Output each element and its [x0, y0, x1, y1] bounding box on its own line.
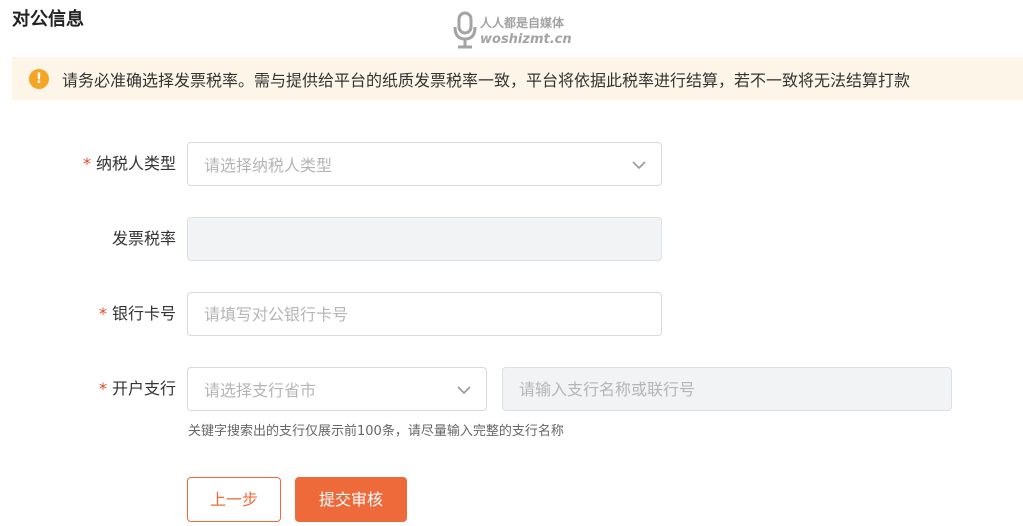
branch-province-placeholder: 请选择支行省市 [204, 381, 317, 400]
alert-message: 请务必准确选择发票税率。需与提供给平台的纸质发票税率一致，平台将依据此税率进行结… [62, 70, 911, 90]
branch-province-select[interactable]: 请选择支行省市 [187, 367, 487, 411]
taxpayer-type-label: * 纳税人类型 [82, 154, 176, 173]
section-title: 对公信息 [12, 9, 84, 30]
required-mark: * [98, 379, 107, 398]
bank-card-label: * 银行卡号 [98, 304, 176, 323]
microphone-logo-icon [453, 11, 477, 49]
required-mark: * [82, 154, 91, 173]
watermark-url: woshizmt.cn [480, 32, 572, 47]
watermark-text: 人人都是自媒体 [480, 16, 565, 30]
warning-alert: ! 请务必准确选择发票税率。需与提供给平台的纸质发票税率一致，平台将依据此税率进… [12, 57, 1023, 100]
bank-card-field[interactable] [187, 292, 662, 336]
chevron-down-icon [632, 161, 646, 170]
submit-review-button[interactable]: 提交审核 [295, 477, 407, 522]
chevron-down-icon [457, 386, 471, 395]
branch-label: * 开户支行 [98, 379, 176, 398]
exclamation-icon: ! [29, 68, 49, 89]
taxpayer-type-select[interactable]: 请选择纳税人类型 [187, 142, 662, 186]
invoice-tax-rate-field [187, 217, 662, 261]
watermark: 人人都是自媒体 woshizmt.cn [452, 11, 577, 51]
taxpayer-type-placeholder: 请选择纳税人类型 [204, 156, 333, 175]
bank-card-input[interactable] [188, 293, 661, 335]
branch-name-input [503, 368, 951, 410]
page: 对公信息 人人都是自媒体 woshizmt.cn ! 请务必准确选择发票税率。需… [0, 0, 1023, 526]
branch-name-field [502, 367, 952, 411]
required-mark: * [98, 304, 107, 323]
prev-step-button[interactable]: 上一步 [187, 477, 281, 522]
branch-hint: 关键字搜索出的支行仅展示前100条，请尽量输入完整的支行名称 [188, 424, 564, 439]
invoice-tax-rate-label: 发票税率 [111, 229, 176, 248]
